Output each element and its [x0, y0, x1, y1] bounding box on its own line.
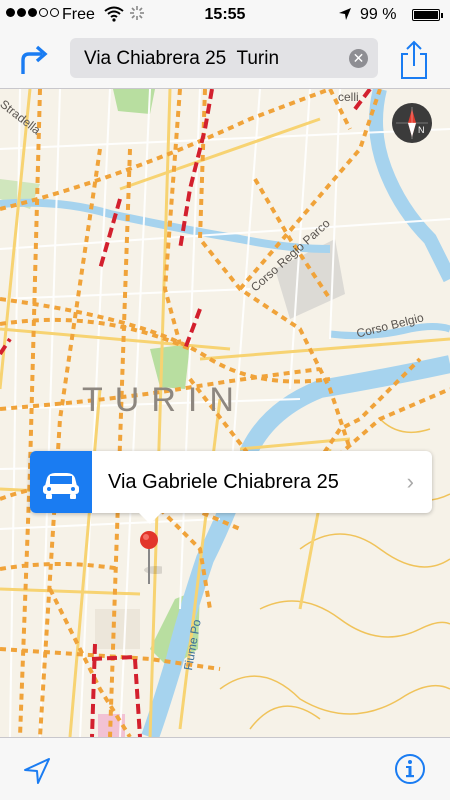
street-label-celli: celli [338, 90, 359, 104]
clear-icon[interactable]: ✕ [349, 49, 368, 68]
current-location-button[interactable] [22, 756, 52, 786]
turn-arrow-icon [21, 45, 48, 74]
callout-title: Via Gabriele Chiabrera 25 [108, 471, 339, 493]
status-bar: Free 15:55 99 % [0, 0, 450, 30]
share-button[interactable] [398, 40, 430, 80]
battery-percentage: 99 % [360, 6, 397, 23]
location-callout[interactable]: Via Gabriele Chiabrera 25 › [30, 451, 432, 513]
info-icon [395, 754, 425, 784]
compass-icon: N [396, 107, 428, 139]
navigation-bar: Via Chiabrera 25 Turin ✕ [0, 30, 450, 89]
chevron-right-icon: › [406, 469, 414, 494]
bottom-toolbar [0, 737, 450, 800]
location-arrow-icon [24, 758, 50, 784]
drive-directions-button[interactable] [30, 451, 92, 513]
map-view[interactable]: TURIN Stradella Corso Regio Parco Corso … [0, 89, 450, 737]
compass-north-label: N [418, 125, 425, 135]
directions-button[interactable] [18, 42, 50, 76]
city-name-label: TURIN [82, 381, 246, 419]
map-pin-icon[interactable] [138, 530, 168, 586]
share-icon [401, 40, 427, 79]
car-icon [43, 473, 79, 499]
search-input-text: Via Chiabrera 25 Turin [84, 48, 280, 69]
compass-button[interactable]: N [392, 103, 432, 143]
search-field[interactable]: Via Chiabrera 25 Turin ✕ [70, 38, 378, 78]
location-services-icon [338, 7, 352, 26]
info-button[interactable] [394, 753, 426, 785]
callout-pointer [138, 512, 162, 524]
battery-icon [412, 9, 443, 21]
